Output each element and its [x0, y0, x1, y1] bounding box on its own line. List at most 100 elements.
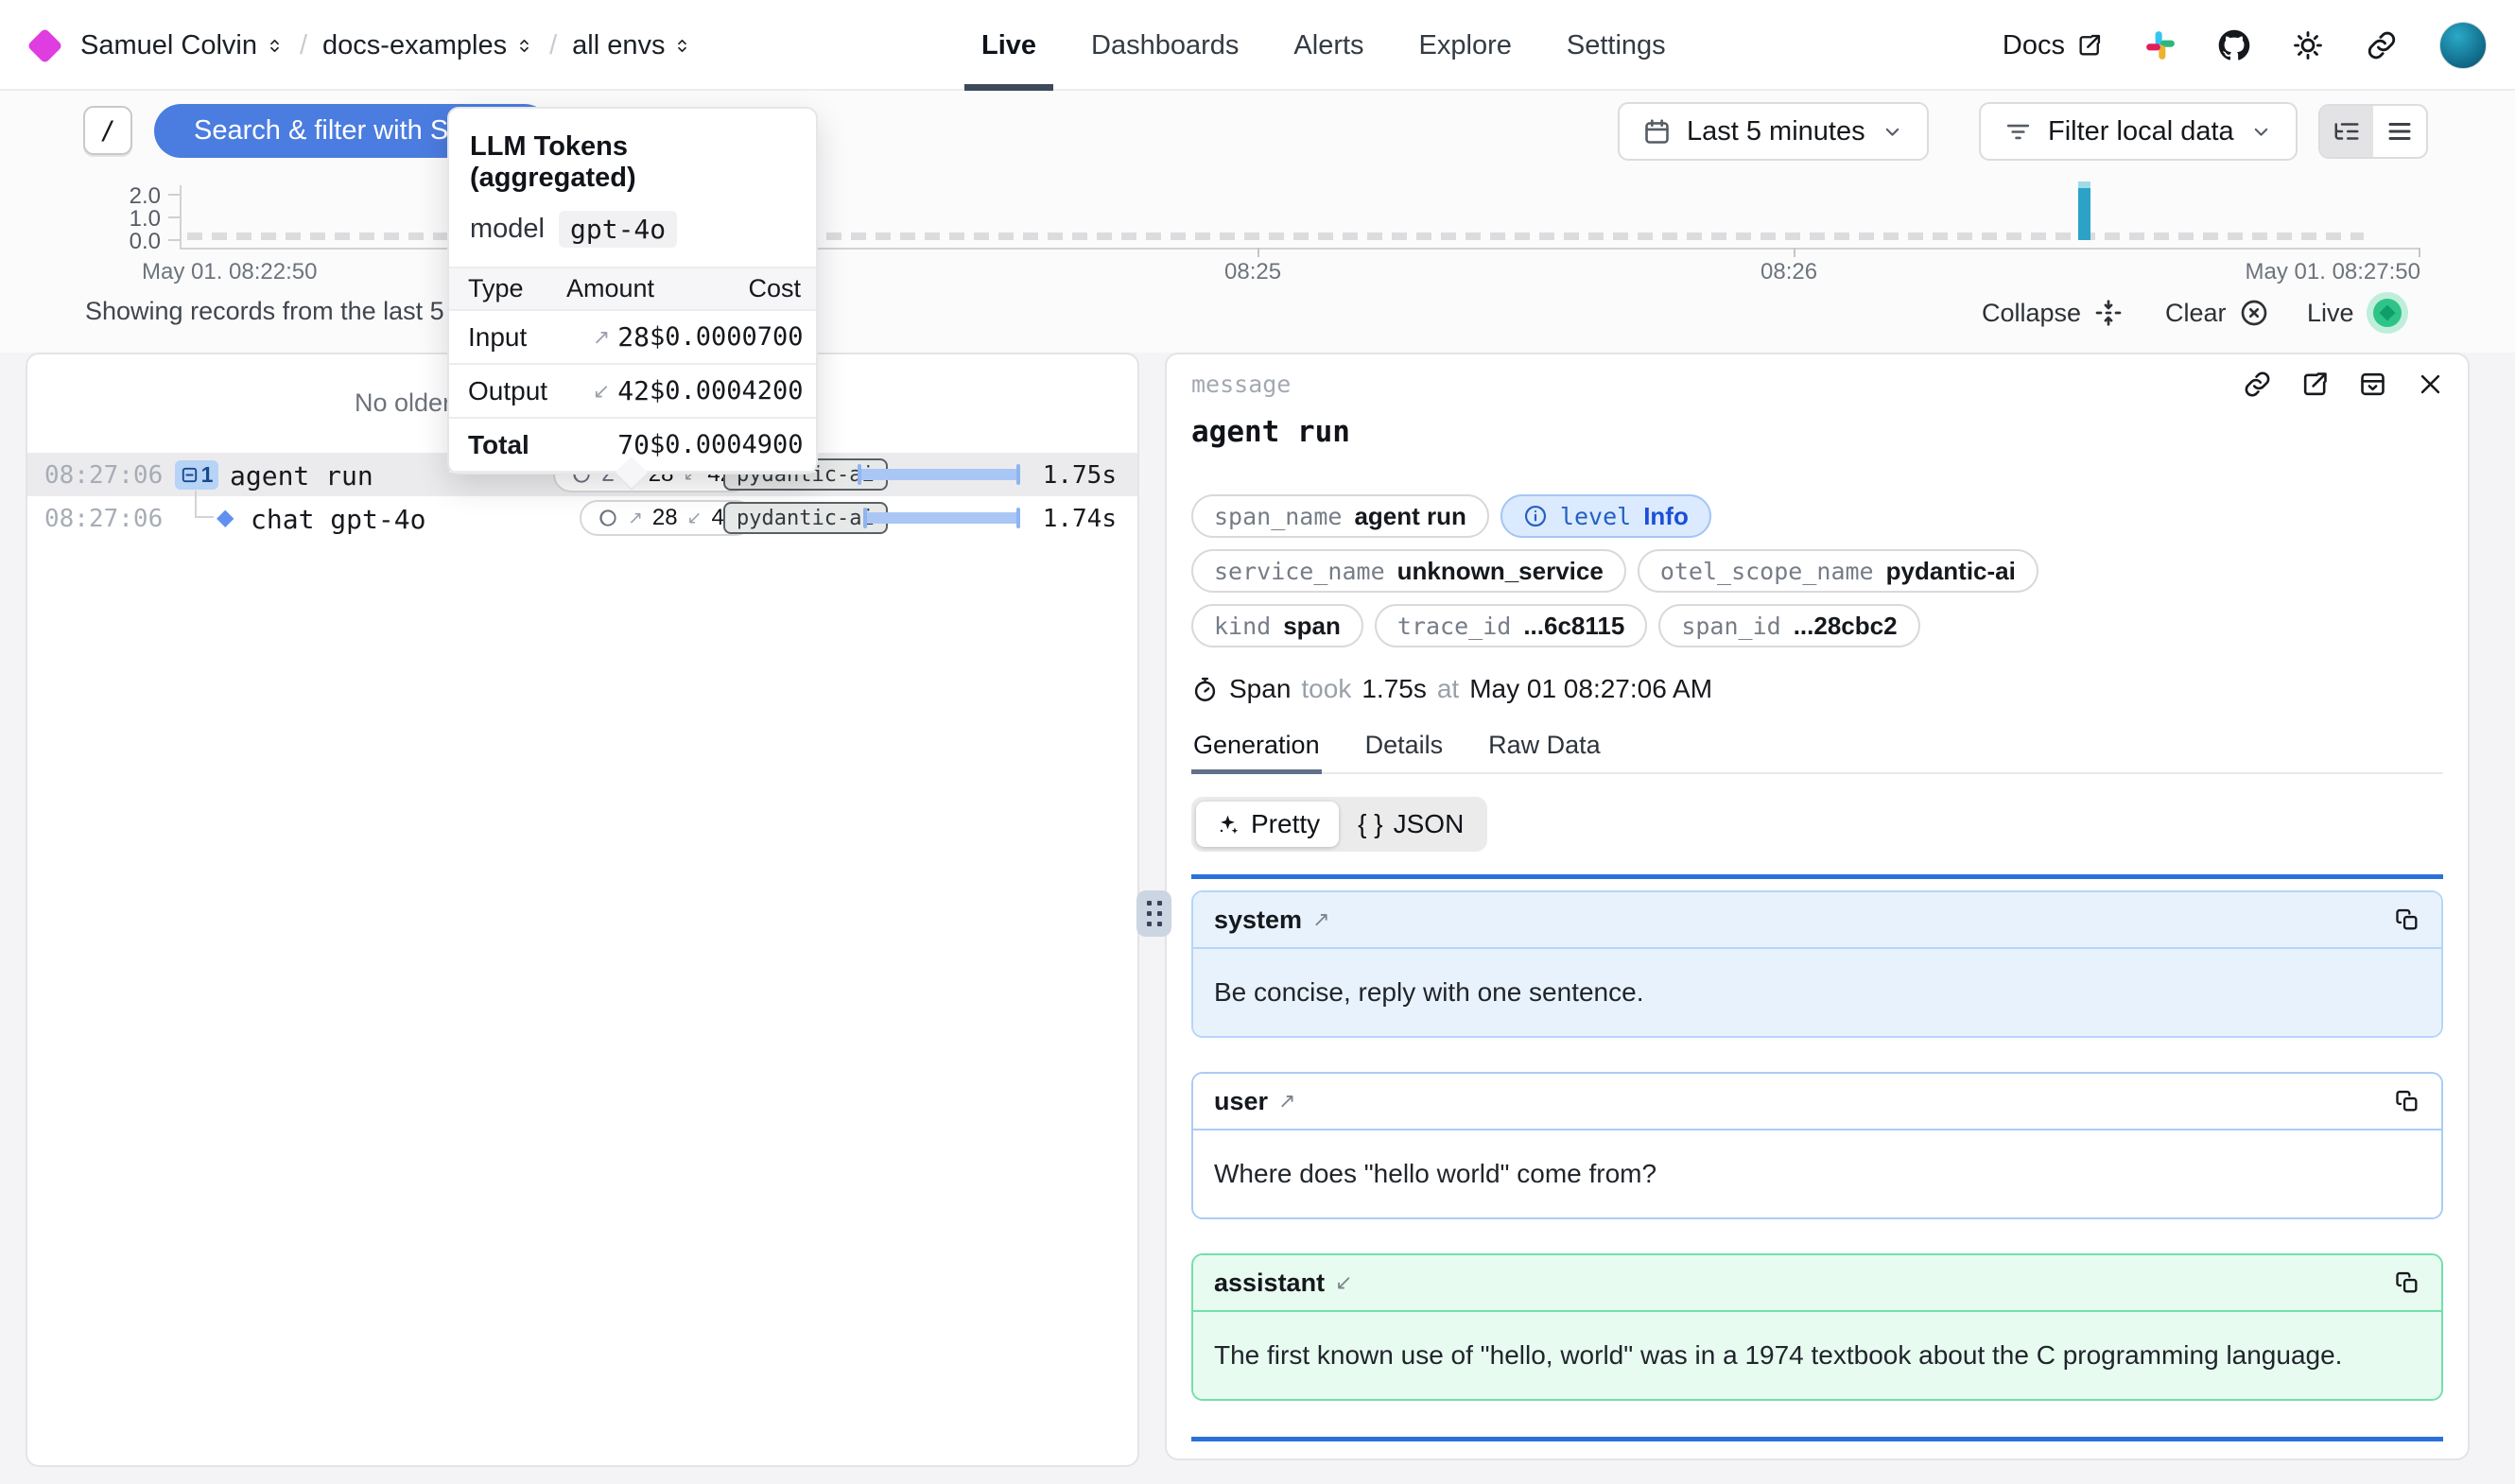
tab-explore[interactable]: Explore [1419, 0, 1512, 91]
role-label: user [1214, 1087, 1268, 1116]
copy-icon[interactable] [2394, 1269, 2420, 1296]
json-view-button[interactable]: { } JSON [1339, 802, 1483, 847]
output-amount: 42 [617, 375, 650, 406]
copy-link-icon[interactable] [2243, 370, 2272, 399]
pill-otel-scope-name[interactable]: otel_scope_name pydantic-ai [1638, 549, 2038, 593]
time-range-select[interactable]: Last 5 minutes [1618, 102, 1929, 161]
tree-connector [195, 491, 197, 518]
output-arrow-icon: ↙ [687, 508, 702, 529]
trace-list-panel: No older records 08:27:06 1 agent run Σ … [26, 353, 1139, 1467]
github-icon[interactable] [2218, 29, 2250, 61]
pretty-view-button[interactable]: Pretty [1196, 802, 1339, 847]
tree-view-button[interactable] [2320, 106, 2373, 157]
docs-label: Docs [2003, 30, 2065, 61]
message-header[interactable]: system ↗ [1193, 892, 2441, 949]
list-view-button[interactable] [2373, 106, 2426, 157]
sparkles-icon [1215, 812, 1240, 837]
x-start-label: May 01. 08:22:50 [142, 259, 317, 285]
trace-row-chat-gpt-4o[interactable]: 08:27:06 ◆ chat gpt-4o ↗ 28 ↙ 42 pydanti… [27, 496, 1137, 540]
llm-tokens-tooltip: LLM Tokens (aggregated) model gpt-4o Typ… [447, 107, 818, 475]
tab-alerts[interactable]: Alerts [1293, 0, 1363, 91]
chevron-down-icon [2249, 120, 2273, 144]
slack-icon[interactable] [2144, 29, 2177, 61]
copy-icon[interactable] [2394, 906, 2420, 933]
y-tick [168, 239, 180, 241]
tab-raw-data[interactable]: Raw Data [1486, 731, 1603, 772]
duration-text: 1.74s [1043, 505, 1117, 533]
filter-local-value: Filter local data [2048, 116, 2234, 147]
timing-took-word: took [1301, 674, 1351, 704]
user-avatar[interactable] [2439, 22, 2487, 69]
chevron-down-icon [1881, 120, 1904, 144]
y-tick [168, 194, 180, 196]
breadcrumb-separator: / [300, 30, 307, 61]
close-icon[interactable] [2416, 370, 2445, 399]
filter-local-data-select[interactable]: Filter local data [1979, 102, 2298, 161]
y-axis-line [180, 185, 182, 248]
pill-trace-id[interactable]: trace_id ...6c8115 [1375, 604, 1647, 647]
time-range-value: Last 5 minutes [1687, 116, 1865, 147]
circle-x-icon [2239, 298, 2269, 328]
message-text: Where does "hello world" come from? [1193, 1130, 2441, 1217]
project-name: docs-examples [322, 30, 507, 61]
clear-button[interactable]: Clear [2165, 291, 2269, 335]
slash-shortcut-key[interactable]: / [83, 106, 132, 155]
panel-resize-handle[interactable] [1136, 890, 1171, 937]
duration-bar [858, 469, 1020, 480]
timing-timestamp: May 01 08:27:06 AM [1469, 674, 1712, 704]
tab-dashboards[interactable]: Dashboards [1091, 0, 1239, 91]
x-tick-label: 08:25 [1224, 259, 1281, 285]
timing-span-word: Span [1229, 674, 1291, 704]
collapse-children-badge[interactable]: 1 [175, 460, 218, 490]
span-name: agent run [230, 460, 373, 492]
record-kind-label: message [1191, 371, 1291, 398]
span-detail-panel: message agent run span_name agent run le… [1165, 353, 2470, 1460]
pill-span-name[interactable]: span_name agent run [1191, 494, 1489, 538]
message-text: Be concise, reply with one sentence. [1193, 949, 2441, 1036]
fold-vertical-icon [2093, 298, 2124, 328]
pill-span-id[interactable]: span_id ...28cbc2 [1658, 604, 1919, 647]
org-name: Samuel Colvin [80, 30, 257, 61]
open-external-icon[interactable] [2300, 370, 2330, 399]
timing-at-word: at [1437, 674, 1459, 704]
docs-link[interactable]: Docs [2003, 30, 2103, 61]
col-type: Type [468, 274, 566, 303]
dock-panel-icon[interactable] [2358, 370, 2387, 399]
tab-details[interactable]: Details [1363, 731, 1446, 772]
message-card-user: user ↗ Where does "hello world" come fro… [1191, 1072, 2443, 1219]
output-arrow-icon: ↙ [1335, 1270, 1352, 1295]
x-tick [1258, 248, 1259, 257]
message-header[interactable]: assistant ↙ [1193, 1255, 2441, 1312]
nav-actions: Docs [2003, 0, 2487, 91]
main-nav-tabs: Live Dashboards Alerts Explore Settings [981, 0, 1666, 91]
histogram-bar-08-27-06[interactable] [2078, 181, 2090, 240]
live-toggle-button[interactable]: Live [2307, 291, 2408, 335]
pretty-label: Pretty [1251, 809, 1320, 839]
message-list: system ↗ Be concise, reply with one sent… [1191, 890, 2443, 1435]
chevrons-up-down-icon [514, 36, 534, 56]
message-header[interactable]: user ↗ [1193, 1074, 2441, 1130]
message-text: The first known use of "hello, world" wa… [1193, 1312, 2441, 1399]
span-name: chat gpt-4o [251, 504, 425, 535]
tab-generation[interactable]: Generation [1191, 731, 1322, 772]
timing-duration: 1.75s [1362, 674, 1427, 704]
pill-kind[interactable]: kind span [1191, 604, 1363, 647]
external-link-icon [2076, 32, 2103, 59]
pill-level[interactable]: level Info [1500, 494, 1711, 538]
tab-live[interactable]: Live [981, 0, 1036, 91]
share-link-icon[interactable] [2366, 29, 2398, 61]
collapse-label: Collapse [1982, 299, 2081, 328]
theme-sun-icon[interactable] [2292, 29, 2324, 61]
duration-bar [863, 512, 1020, 524]
project-selector[interactable]: docs-examples [322, 30, 534, 61]
pill-service-name[interactable]: service_name unknown_service [1191, 549, 1626, 593]
col-amount: Amount [566, 274, 650, 303]
tab-settings[interactable]: Settings [1567, 0, 1666, 91]
tooltip-title: LLM Tokens (aggregated) [470, 131, 795, 194]
span-diamond-icon: ◆ [217, 504, 234, 531]
org-selector[interactable]: Samuel Colvin [80, 30, 285, 61]
collapse-button[interactable]: Collapse [1982, 291, 2124, 335]
env-selector[interactable]: all envs [572, 30, 692, 61]
copy-icon[interactable] [2394, 1088, 2420, 1114]
row-label: Total [468, 430, 566, 460]
